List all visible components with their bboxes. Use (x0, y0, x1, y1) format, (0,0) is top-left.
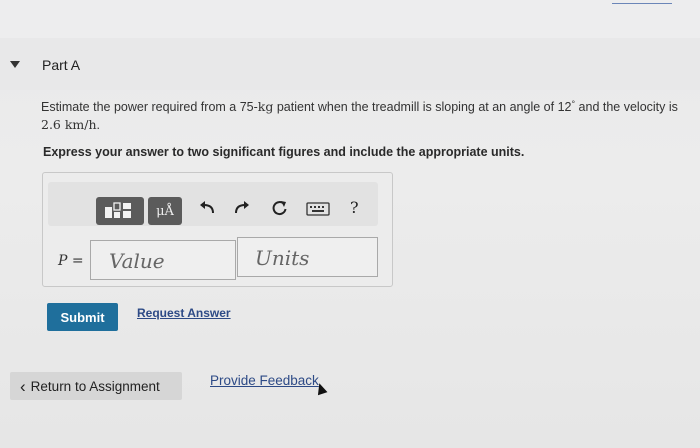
help-icon[interactable]: ? (350, 199, 359, 217)
chevron-left-icon: ‹ (20, 376, 26, 396)
units-button[interactable]: μÅ (148, 197, 182, 225)
part-title: Part A (42, 57, 81, 73)
templates-button[interactable] (96, 197, 144, 225)
degree-symbol: ° (571, 99, 576, 109)
part-header[interactable] (0, 38, 700, 90)
keyboard-icon[interactable] (306, 202, 330, 216)
mouse-cursor-icon (314, 381, 328, 396)
mass-unit: kg (257, 99, 274, 114)
return-label: Return to Assignment (30, 378, 160, 394)
templates-icon (105, 202, 131, 218)
request-answer-link[interactable]: Request Answer (137, 306, 231, 320)
question-text-start: Estimate the power required from a 75- (41, 100, 258, 114)
units-icon: μÅ (156, 203, 174, 219)
question-text-end: and the velocity is (575, 100, 678, 114)
answer-instruction: Express your answer to two significant f… (43, 145, 525, 159)
undo-icon[interactable] (197, 199, 217, 217)
provide-feedback-link[interactable]: Provide Feedback (210, 373, 319, 388)
submit-button[interactable]: Submit (47, 303, 118, 331)
units-placeholder: Units (255, 246, 310, 270)
reset-icon[interactable] (270, 199, 290, 217)
units-input[interactable]: Units (237, 237, 378, 277)
question-text-middle: patient when the treadmill is sloping at… (273, 100, 572, 114)
value-placeholder: Value (109, 249, 165, 273)
top-bar (0, 0, 700, 39)
collapse-caret-icon[interactable] (10, 61, 20, 68)
question-period: . (96, 118, 101, 132)
top-link[interactable] (612, 0, 672, 4)
redo-icon[interactable] (232, 199, 252, 217)
velocity-value: 2.6 km/h (41, 117, 97, 132)
answer-variable-label: P = (58, 253, 84, 269)
return-to-assignment-button[interactable]: ‹ Return to Assignment (10, 372, 182, 400)
question-text: Estimate the power required from a 75-kg… (41, 98, 691, 134)
value-input[interactable]: Value (90, 240, 236, 280)
